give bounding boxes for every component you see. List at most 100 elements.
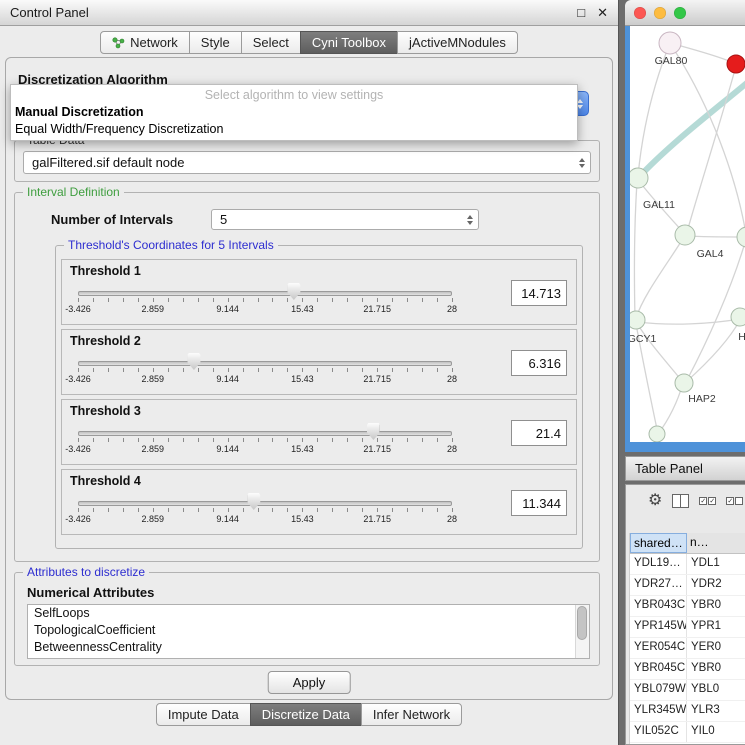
network-node[interactable] [630, 168, 648, 188]
threshold-slider[interactable]: -3.4262.8599.14415.4321.71528 [78, 423, 452, 461]
network-node[interactable] [649, 426, 665, 442]
tab-style[interactable]: Style [189, 31, 242, 54]
close-button[interactable]: ✕ [597, 5, 608, 20]
tab-label: jActiveMNodules [409, 35, 506, 50]
network-edge[interactable] [637, 319, 740, 324]
tab-discretize-data[interactable]: Discretize Data [250, 703, 362, 726]
network-edge[interactable] [638, 82, 745, 178]
slider-tick [108, 508, 109, 512]
network-node[interactable] [727, 55, 745, 73]
threshold-label: Threshold 1 [70, 264, 141, 278]
slider-tick [422, 368, 423, 372]
threshold-value-field[interactable]: 11.344 [511, 490, 567, 516]
network-node[interactable] [659, 32, 681, 54]
float-button[interactable]: □ [577, 5, 585, 20]
table-toolbar: ⚙ ✓ ✓ ✓ [626, 485, 745, 517]
slider-tick [153, 508, 154, 512]
threshold-panel: Threshold 2-3.4262.8599.14415.4321.71528… [61, 329, 577, 395]
table-row[interactable]: YLR345WYLR3 [630, 701, 745, 722]
scrollbar-thumb[interactable] [577, 606, 587, 640]
threshold-value-field[interactable]: 21.4 [511, 420, 567, 446]
threshold-value-field[interactable]: 6.316 [511, 350, 567, 376]
select-all-columns-icon[interactable]: ✓ ✓ [699, 497, 716, 505]
column-header-shared-name[interactable]: shared… [630, 533, 687, 553]
slider-tick [452, 508, 453, 512]
network-node[interactable] [630, 311, 645, 329]
network-edge[interactable] [636, 322, 682, 381]
algorithm-option[interactable]: Equal Width/Frequency Discretization [11, 121, 577, 138]
tab-select[interactable]: Select [241, 31, 301, 54]
control-panel-titlebar: Control Panel □✕ [0, 0, 618, 26]
threshold-label: Threshold 3 [70, 404, 141, 418]
slider-tick [198, 368, 199, 372]
network-node[interactable] [675, 374, 693, 392]
apply-button[interactable]: Apply [268, 671, 351, 694]
zoom-light-icon[interactable] [674, 7, 686, 19]
table-row[interactable]: YER054CYER0 [630, 638, 745, 659]
threshold-slider[interactable]: -3.4262.8599.14415.4321.71528 [78, 283, 452, 321]
table-panel-title: Table Panel [635, 461, 703, 476]
slider-tick [377, 508, 378, 512]
slider-tick [317, 438, 318, 442]
slider-scale-label: 28 [447, 374, 457, 384]
cell-name: YLR3 [687, 701, 745, 721]
table-row[interactable]: YBR043CYBR0 [630, 596, 745, 617]
attribute-item[interactable]: TopologicalCoefficient [28, 622, 589, 639]
tab-cyni-toolbox[interactable]: Cyni Toolbox [300, 31, 398, 54]
slider-scale-label: 21.715 [363, 304, 391, 314]
slider-tick [347, 508, 348, 512]
network-node-label: GAL11 [643, 199, 675, 211]
network-edge[interactable] [634, 182, 637, 318]
slider-tick [168, 298, 169, 302]
slider-tick [108, 438, 109, 442]
tab-impute-data[interactable]: Impute Data [156, 703, 251, 726]
network-node[interactable] [731, 308, 745, 326]
column-header-name[interactable]: n… [687, 533, 745, 553]
close-light-icon[interactable] [634, 7, 646, 19]
threshold-slider[interactable]: -3.4262.8599.14415.4321.71528 [78, 353, 452, 391]
network-edge[interactable] [686, 320, 740, 382]
tab-infer-network[interactable]: Infer Network [361, 703, 462, 726]
threshold-panel: Threshold 1 -3.4262.8599.14415.4321.71528… [61, 259, 577, 325]
cell-shared-name: YER054C [630, 638, 687, 658]
table-data-combo[interactable]: galFiltered.sif default node [23, 151, 591, 174]
network-node[interactable] [737, 227, 745, 247]
threshold-list: Threshold 1 -3.4262.8599.14415.4321.71528… [56, 259, 582, 535]
table-panel-header: Table Panel [625, 456, 745, 481]
interval-definition-label: Interval Definition [23, 185, 124, 199]
slider-handle[interactable] [287, 283, 300, 300]
number-of-intervals-combo[interactable]: 5 [211, 209, 479, 230]
table-panel-window: ⚙ ✓ ✓ ✓ shared… n… YDL19…YDL1YDR27…YDR2Y… [625, 484, 745, 745]
network-edge[interactable] [658, 386, 682, 434]
network-edge[interactable] [636, 237, 684, 318]
slider-scale-label: 15.43 [291, 444, 314, 454]
minimize-light-icon[interactable] [654, 7, 666, 19]
attribute-item[interactable]: BetweennessCentrality [28, 639, 589, 656]
network-canvas[interactable]: GAL80GAL11GAL4GCY1HHAP2 [625, 26, 745, 452]
traffic-lights [634, 7, 686, 19]
algorithm-option[interactable]: Manual Discretization [11, 104, 577, 121]
attributes-list: SelfLoopsTopologicalCoefficientBetweenne… [28, 605, 589, 656]
table-row[interactable]: YPR145WYPR1 [630, 617, 745, 638]
table-row[interactable]: YIL052CYIL0 [630, 722, 745, 743]
attributes-listbox[interactable]: SelfLoopsTopologicalCoefficientBetweenne… [27, 604, 590, 659]
columns-icon[interactable] [672, 494, 689, 508]
network-node[interactable] [675, 225, 695, 245]
network-edge[interactable] [687, 66, 736, 232]
table-row[interactable]: YBR045CYBR0 [630, 659, 745, 680]
gear-icon[interactable]: ⚙ [648, 493, 662, 509]
select-some-columns-icon[interactable]: ✓ [726, 497, 743, 505]
slider-tick [153, 438, 154, 442]
threshold-slider[interactable]: -3.4262.8599.14415.4321.71528 [78, 493, 452, 531]
table-row[interactable]: YBL079WYBL0 [630, 680, 745, 701]
slider-scale-label: 21.715 [363, 444, 391, 454]
tab-network[interactable]: Network [100, 31, 190, 54]
attribute-item[interactable]: SelfLoops [28, 605, 589, 622]
attributes-scrollbar[interactable] [575, 605, 589, 658]
window-buttons: □✕ [565, 4, 608, 22]
tab-jactivemnodules[interactable]: jActiveMNodules [397, 31, 518, 54]
table-row[interactable]: YDL19…YDL1 [630, 554, 745, 575]
table-row[interactable]: YDR27…YDR2 [630, 575, 745, 596]
threshold-value-field[interactable]: 14.713 [511, 280, 567, 306]
attributes-group: Attributes to discretize Numerical Attri… [14, 572, 600, 666]
